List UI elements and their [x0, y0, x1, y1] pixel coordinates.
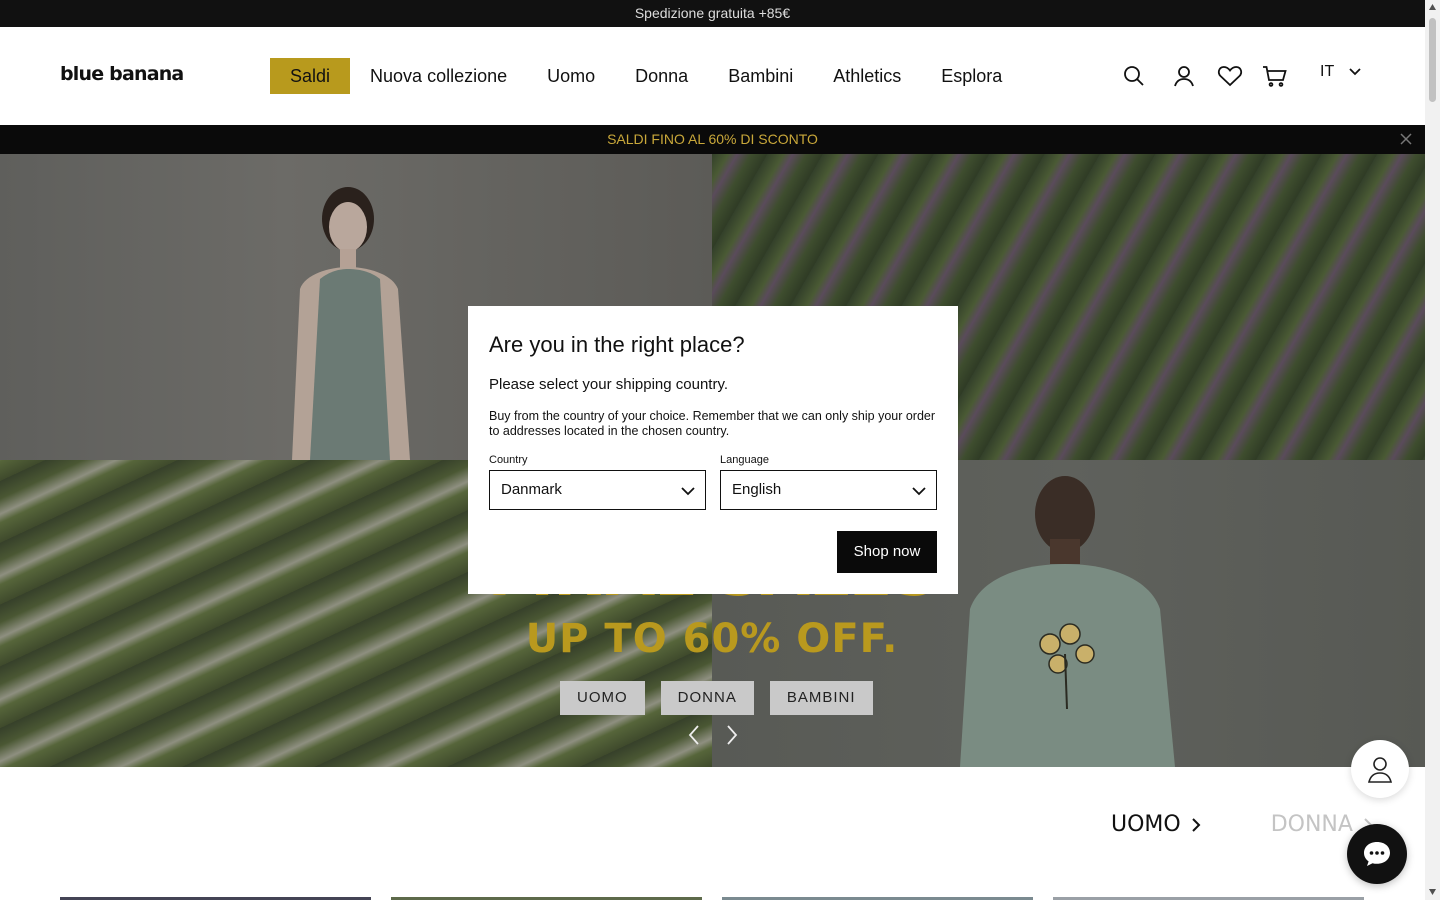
language-code: IT [1320, 63, 1335, 80]
shipping-banner-text: Spedizione gratuita +85€ [634, 5, 791, 21]
country-label: Country [489, 454, 528, 466]
section-category-links: UOMO DONNA [1111, 812, 1373, 837]
language-selector[interactable]: IT [1320, 63, 1362, 81]
promo-bar: SALDI FINO AL 60% DI SCONTO [0, 125, 1425, 154]
section-link-uomo-label: UOMO [1111, 812, 1181, 837]
chevron-down-icon [1349, 68, 1361, 76]
account-floating-button[interactable] [1351, 740, 1409, 798]
nav-item-saldi[interactable]: Saldi [270, 58, 351, 94]
shop-now-button[interactable]: Shop now [837, 531, 937, 573]
nav-item-uomo[interactable]: Uomo [527, 58, 615, 94]
hero-subline: UP TO 60% OFF. [525, 616, 899, 662]
nav-item-bambini[interactable]: Bambini [708, 58, 813, 94]
scroll-up-icon[interactable] [1428, 3, 1437, 12]
shipping-banner: Spedizione gratuita +85€ [0, 0, 1425, 27]
chevron-left-icon[interactable] [686, 724, 702, 746]
chevron-down-icon [681, 487, 695, 496]
hero-button-donna[interactable]: DONNA [660, 681, 754, 715]
chevron-right-icon[interactable] [724, 724, 740, 746]
user-icon [1367, 757, 1393, 783]
chat-icon [1364, 842, 1390, 866]
section-link-donna-label: DONNA [1270, 812, 1353, 837]
woman-figure [292, 187, 410, 460]
scrollbar-thumb[interactable] [1429, 18, 1436, 102]
nav-item-nuova-collezione[interactable]: Nuova collezione [350, 58, 527, 94]
logo[interactable]: blue banana [60, 63, 184, 85]
site-header: blue banana Saldi Nuova collezione Uomo … [0, 27, 1425, 125]
chevron-right-icon [1192, 817, 1201, 832]
modal-description: Buy from the country of your choice. Rem… [489, 409, 936, 438]
nav-item-esplora[interactable]: Esplora [921, 58, 1022, 94]
country-select[interactable]: Danmark [489, 470, 706, 510]
chevron-down-icon [912, 487, 926, 496]
language-select[interactable]: English [720, 470, 937, 510]
scroll-down-icon[interactable] [1428, 887, 1437, 896]
language-value: English [732, 481, 782, 498]
modal-subtitle: Please select your shipping country. [489, 376, 729, 393]
nav-item-athletics[interactable]: Athletics [813, 58, 921, 94]
cart-icon[interactable] [1261, 62, 1289, 90]
man-figure [960, 476, 1175, 767]
search-icon[interactable] [1120, 62, 1148, 90]
close-icon[interactable] [1399, 132, 1413, 146]
modal-title: Are you in the right place? [489, 332, 745, 357]
header-icons [1120, 57, 1289, 95]
nav-item-donna[interactable]: Donna [615, 58, 708, 94]
country-value: Danmark [501, 481, 562, 498]
heart-icon[interactable] [1216, 62, 1244, 90]
hero-category-buttons: UOMO DONNA BAMBINI [560, 681, 873, 715]
hero-carousel-controls [686, 724, 740, 746]
section-link-uomo[interactable]: UOMO [1111, 812, 1201, 837]
account-icon[interactable] [1170, 62, 1198, 90]
main-nav: Saldi Nuova collezione Uomo Donna Bambin… [270, 58, 1022, 94]
page-scrollbar[interactable] [1425, 0, 1440, 900]
country-selector-modal: Are you in the right place? Please selec… [468, 306, 958, 594]
chat-floating-button[interactable] [1347, 824, 1407, 884]
hero-button-bambini[interactable]: BAMBINI [769, 681, 873, 715]
language-label: Language [720, 454, 769, 466]
hero-button-uomo[interactable]: UOMO [560, 681, 645, 715]
promo-text[interactable]: SALDI FINO AL 60% DI SCONTO [607, 131, 818, 147]
